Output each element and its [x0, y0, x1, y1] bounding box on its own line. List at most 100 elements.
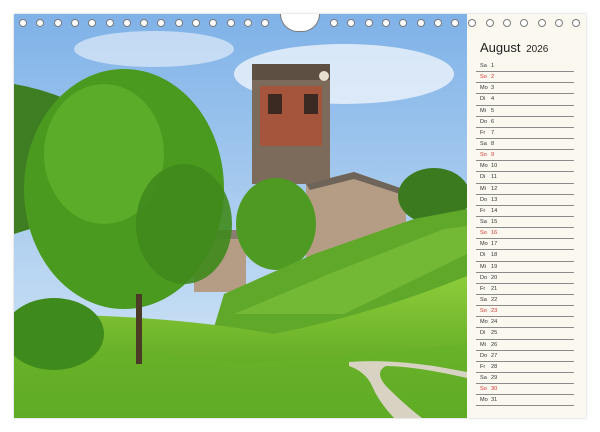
day-number: 3 — [491, 85, 495, 92]
day-row: Sa 22 — [476, 295, 574, 307]
binding-ring — [122, 19, 131, 27]
day-number: 25 — [491, 330, 498, 337]
binding-ring — [174, 19, 183, 27]
binding-ring — [157, 19, 166, 27]
year-label: 2026 — [526, 44, 549, 55]
day-number: 21 — [491, 285, 498, 292]
binding-ring — [330, 19, 338, 27]
binding-ring — [572, 19, 581, 27]
day-row: Sa 15 — [476, 217, 574, 229]
day-number: 15 — [491, 218, 498, 225]
day-number: 22 — [491, 296, 498, 303]
day-number: 28 — [491, 363, 498, 370]
day-row: Mi 5 — [476, 106, 574, 117]
binding-ring — [36, 19, 45, 27]
day-number: 8 — [491, 140, 495, 147]
day-row: Mi 26 — [476, 340, 574, 351]
day-list: Sa 1 So 2 Mo 3 Di 4 Mi 5 Do 6 Fr 7 Sa 8 So 9 Mo 10 Di 11 Mi 12 D… — [476, 61, 574, 407]
binding-ring — [485, 19, 494, 27]
month-title: August 2026 — [480, 40, 548, 55]
day-row: Mi 12 — [476, 184, 574, 195]
binding-ring — [399, 19, 408, 27]
day-row: Di 25 — [476, 328, 574, 340]
day-number: 4 — [491, 96, 495, 103]
day-row: Sa 1 — [476, 61, 574, 73]
day-number: 11 — [491, 174, 497, 181]
day-row: Di 4 — [476, 94, 574, 106]
binding-ring — [192, 19, 200, 27]
day-number: 6 — [491, 118, 495, 125]
binding-ring — [520, 19, 529, 27]
spiral-binding-icon — [14, 14, 586, 40]
binding-ring — [451, 19, 460, 27]
day-row: So 2 — [476, 72, 574, 84]
binding-ring — [53, 19, 62, 27]
abbey-landscape-image — [14, 14, 467, 418]
day-number: 10 — [491, 163, 498, 170]
day-row: Mo 17 — [476, 239, 574, 251]
day-row: Fr 7 — [476, 128, 574, 139]
binding-ring — [243, 19, 252, 27]
day-number: 16 — [491, 230, 498, 237]
day-number: 5 — [491, 107, 495, 114]
day-row: Di 18 — [476, 250, 574, 262]
day-number: 7 — [491, 129, 495, 136]
day-row: So 30 — [476, 384, 574, 396]
month-name: August — [480, 40, 521, 55]
day-number: 18 — [491, 252, 498, 259]
day-row: So 23 — [476, 306, 574, 318]
day-row: Do 13 — [476, 195, 574, 206]
day-number: 29 — [491, 374, 498, 381]
binding-ring — [70, 19, 79, 27]
day-row: Do 6 — [476, 117, 574, 128]
binding-ring — [433, 19, 442, 27]
binding-ring — [209, 19, 218, 27]
binding-ring — [416, 19, 425, 27]
binding-ring — [140, 19, 149, 27]
day-row: Mi 19 — [476, 262, 574, 273]
binding-ring — [19, 19, 27, 27]
day-row: Fr 14 — [476, 206, 574, 217]
binding-ring — [261, 19, 270, 27]
calendar-column: August 2026 Sa 1 So 2 Mo 3 Di 4 Mi 5 Do 6 Fr 7 Sa 8 So 9 M… — [476, 40, 576, 410]
hanger-hole-icon — [280, 14, 320, 32]
day-number: 23 — [491, 308, 498, 315]
day-row: Mo 10 — [476, 161, 574, 173]
day-number: 2 — [491, 74, 495, 81]
day-row: So 16 — [476, 228, 574, 240]
day-number: 13 — [491, 196, 498, 203]
binding-ring — [105, 19, 114, 27]
day-number: 27 — [491, 352, 498, 359]
binding-ring — [381, 19, 390, 27]
day-number: 30 — [491, 386, 498, 393]
day-number: 9 — [491, 152, 495, 159]
binding-ring — [503, 19, 511, 27]
landscape-photo — [14, 14, 467, 418]
day-row: Mo 24 — [476, 317, 574, 329]
day-number: 14 — [491, 207, 498, 214]
binding-ring — [554, 19, 563, 27]
day-number: 24 — [491, 319, 498, 326]
day-number: 1 — [491, 63, 495, 69]
day-row: Di 11 — [476, 172, 574, 184]
day-row: Mo 31 — [476, 395, 574, 407]
day-number: 17 — [491, 241, 498, 248]
day-number: 26 — [491, 341, 498, 348]
day-row: Sa 29 — [476, 373, 574, 385]
day-row: Fr 21 — [476, 284, 574, 295]
binding-ring — [347, 19, 356, 27]
binding-ring — [364, 19, 373, 27]
binding-ring — [88, 19, 97, 27]
day-number: 19 — [491, 263, 498, 270]
binding-ring — [537, 19, 546, 27]
day-row: So 9 — [476, 150, 574, 162]
day-number: 12 — [491, 185, 498, 192]
binding-ring — [468, 19, 477, 27]
day-row: Sa 8 — [476, 139, 574, 151]
day-row: Do 27 — [476, 351, 574, 362]
day-number: 20 — [491, 274, 498, 281]
day-row: Fr 28 — [476, 362, 574, 373]
day-row: Mo 3 — [476, 83, 574, 95]
day-row: Do 20 — [476, 273, 574, 284]
day-number: 31 — [491, 397, 498, 404]
